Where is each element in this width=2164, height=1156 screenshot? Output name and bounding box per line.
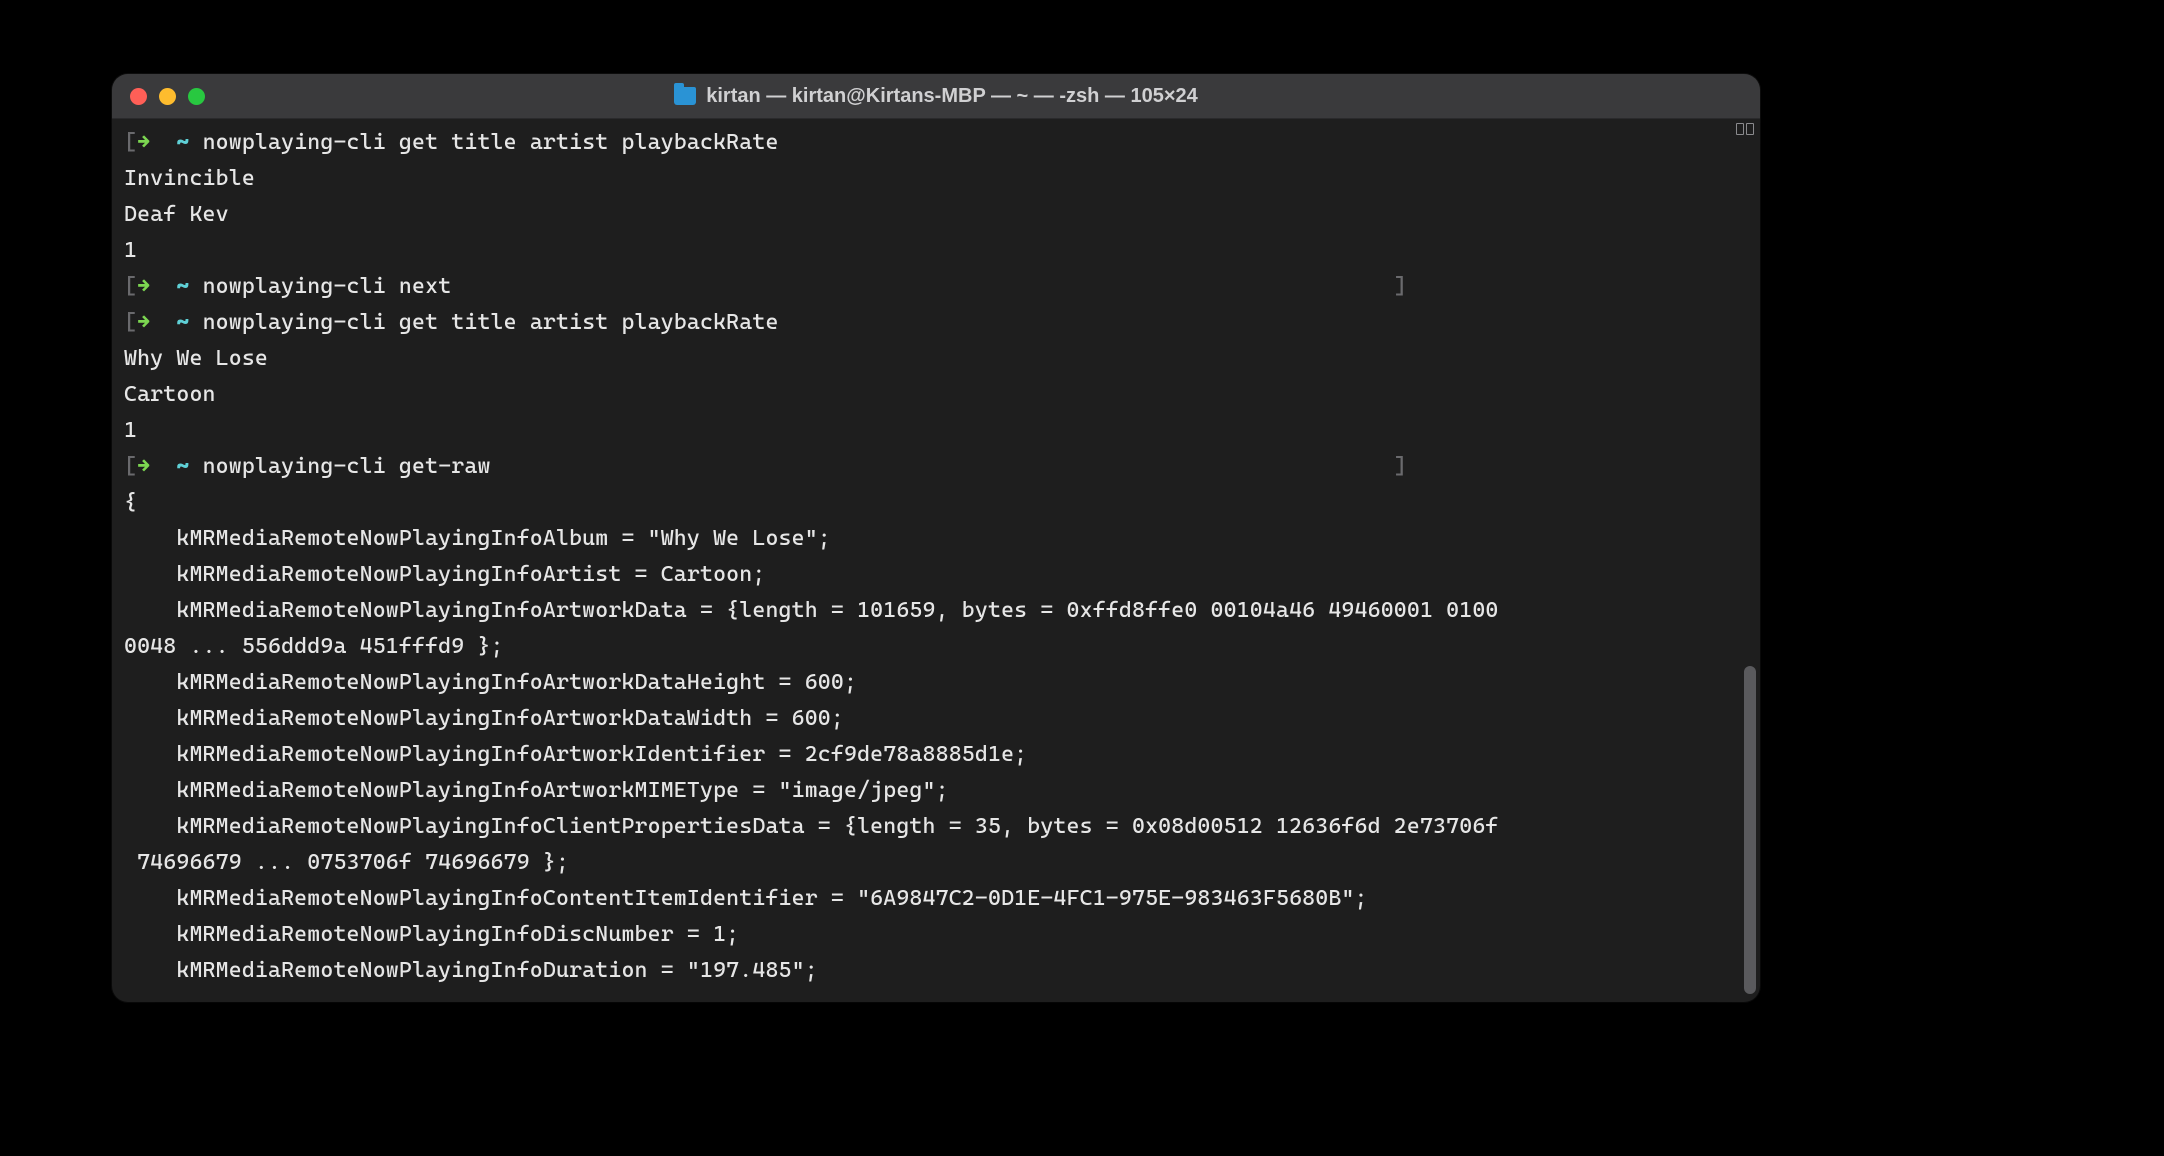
prompt-bracket-open: [ [124, 310, 137, 335]
prompt-cwd: ~ [176, 454, 189, 479]
output-line: kMRMediaRemoteNowPlayingInfoAlbum = "Why… [124, 526, 831, 551]
window-title: kirtan — kirtan@Kirtans-MBP — ~ — -zsh —… [706, 85, 1198, 108]
prompt-arrow: → [137, 130, 150, 155]
scrollbar-thumb[interactable] [1744, 666, 1756, 995]
prompt-bracket-close: ] [1394, 454, 1407, 479]
output-line: Cartoon [124, 382, 216, 407]
prompt-cwd: ~ [176, 274, 189, 299]
titlebar-center: kirtan — kirtan@Kirtans-MBP — ~ — -zsh —… [112, 74, 1760, 118]
output-line: kMRMediaRemoteNowPlayingInfoArtworkIdent… [124, 742, 1027, 767]
output-line: 1 [124, 238, 137, 263]
terminal-body[interactable]: [→ ~ nowplaying-cli get title artist pla… [112, 119, 1760, 1002]
output-line: kMRMediaRemoteNowPlayingInfoArtworkMIMET… [124, 778, 949, 803]
cmd-line: nowplaying-cli get title artist playback… [203, 130, 779, 155]
output-line: kMRMediaRemoteNowPlayingInfoDuration = "… [124, 958, 818, 983]
folder-icon [674, 87, 696, 105]
prompt-bracket-close: ] [1394, 274, 1407, 299]
zoom-button[interactable] [188, 88, 205, 105]
output-line: kMRMediaRemoteNowPlayingInfoContentItemI… [124, 886, 1368, 911]
output-line: 0048 ... 556ddd9a 451fffd9 }; [124, 634, 504, 659]
output-line: kMRMediaRemoteNowPlayingInfoDiscNumber =… [124, 922, 739, 947]
output-line: kMRMediaRemoteNowPlayingInfoArtworkDataH… [124, 670, 857, 695]
output-line: Deaf Kev [124, 202, 229, 227]
cmd-line: nowplaying-cli get title artist playback… [203, 310, 779, 335]
output-line: kMRMediaRemoteNowPlayingInfoArtworkData … [124, 598, 1499, 623]
prompt-arrow: → [137, 454, 150, 479]
prompt-cwd: ~ [176, 130, 189, 155]
prompt-arrow: → [137, 274, 150, 299]
traffic-lights [112, 88, 205, 105]
prompt-bracket-open: [ [124, 130, 137, 155]
prompt-bracket-open: [ [124, 454, 137, 479]
terminal-window: kirtan — kirtan@Kirtans-MBP — ~ — -zsh —… [112, 74, 1760, 1002]
terminal-output: [→ ~ nowplaying-cli get title artist pla… [112, 119, 1760, 1001]
cmd-line: nowplaying-cli get-raw [203, 454, 491, 479]
output-line: 74696679 ... 0753706f 74696679 }; [124, 850, 569, 875]
output-line: Why We Lose [124, 346, 268, 371]
output-line: kMRMediaRemoteNowPlayingInfoArtworkDataW… [124, 706, 844, 731]
output-line: { [124, 490, 137, 515]
window-titlebar[interactable]: kirtan — kirtan@Kirtans-MBP — ~ — -zsh —… [112, 74, 1760, 119]
output-line: Invincible [124, 166, 255, 191]
prompt-bracket-open: [ [124, 274, 137, 299]
output-line: 1 [124, 418, 137, 443]
close-button[interactable] [130, 88, 147, 105]
cmd-line: nowplaying-cli next [203, 274, 452, 299]
output-line: kMRMediaRemoteNowPlayingInfoClientProper… [124, 814, 1499, 839]
output-line: kMRMediaRemoteNowPlayingInfoArtist = Car… [124, 562, 765, 587]
scrollbar-track[interactable] [1742, 123, 1756, 998]
prompt-cwd: ~ [176, 310, 189, 335]
minimize-button[interactable] [159, 88, 176, 105]
prompt-arrow: → [137, 310, 150, 335]
